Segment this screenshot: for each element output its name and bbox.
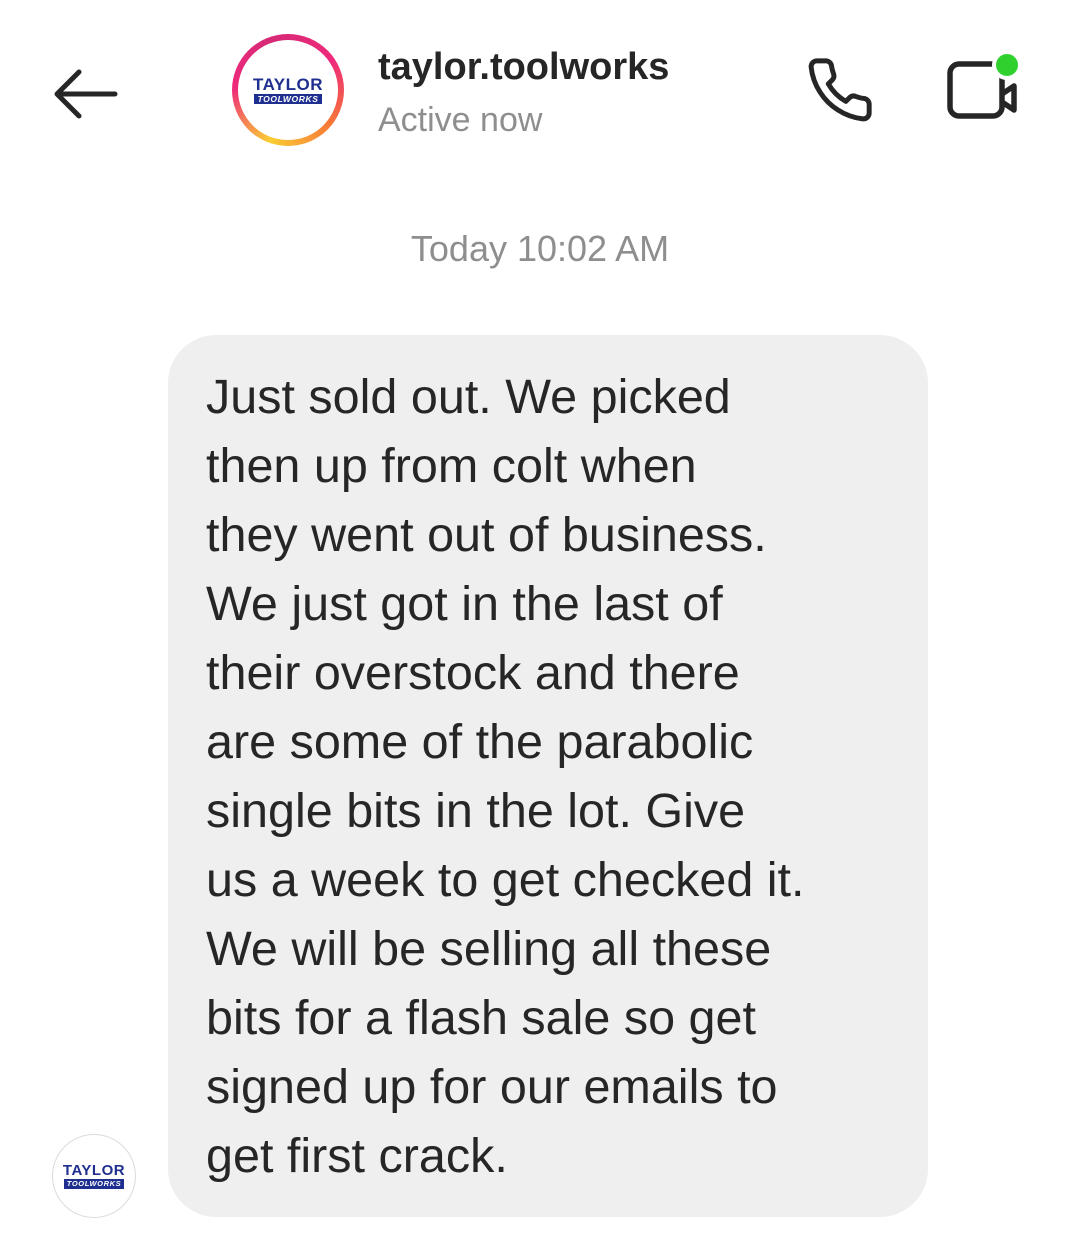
logo-subtitle: TOOLWORKS xyxy=(63,1179,125,1189)
message-line: are some of the parabolic xyxy=(206,715,754,769)
logo-subtitle: TOOLWORKS xyxy=(253,93,323,105)
online-indicator xyxy=(992,50,1022,80)
message-bubble[interactable]: Just sold out. We picked then up from co… xyxy=(168,335,928,1217)
sender-avatar[interactable]: TAYLOR TOOLWORKS xyxy=(52,1134,136,1218)
username[interactable]: taylor.toolworks xyxy=(378,44,669,90)
message-line: bits for a flash sale so get xyxy=(206,991,756,1045)
message-line: signed up for our emails to xyxy=(206,1060,778,1114)
message-line: We will be selling all these xyxy=(206,922,772,976)
active-status: Active now xyxy=(378,101,543,139)
message-text: Just sold out. We picked then up from co… xyxy=(206,363,902,1191)
message-line: We just got in the last of xyxy=(206,577,723,631)
conversation-header-info: taylor.toolworks Active now xyxy=(378,44,669,142)
message-timestamp: Today 10:02 AM xyxy=(410,228,670,269)
logo-wordmark: TAYLOR xyxy=(62,1162,126,1180)
message-line: single bits in the lot. Give xyxy=(206,784,746,838)
phone-icon xyxy=(808,58,872,122)
logo-wordmark: TAYLOR xyxy=(252,74,324,94)
message-line: get first crack. xyxy=(206,1129,508,1183)
message-line: us a week to get checked it. xyxy=(206,853,805,907)
taylor-toolworks-logo: TAYLOR TOOLWORKS xyxy=(253,76,323,105)
profile-avatar[interactable]: TAYLOR TOOLWORKS xyxy=(232,34,344,146)
message-line: then up from colt when xyxy=(206,439,697,493)
arrow-left-icon xyxy=(54,69,118,119)
avatar-inner: TAYLOR TOOLWORKS xyxy=(238,40,338,140)
message-line: Just sold out. We picked xyxy=(206,370,731,424)
message-line: they went out of business. xyxy=(206,508,767,562)
back-button[interactable] xyxy=(44,62,124,126)
message-line: their overstock and there xyxy=(206,646,740,700)
taylor-toolworks-logo: TAYLOR TOOLWORKS xyxy=(63,1163,125,1189)
voice-call-button[interactable] xyxy=(800,54,880,126)
